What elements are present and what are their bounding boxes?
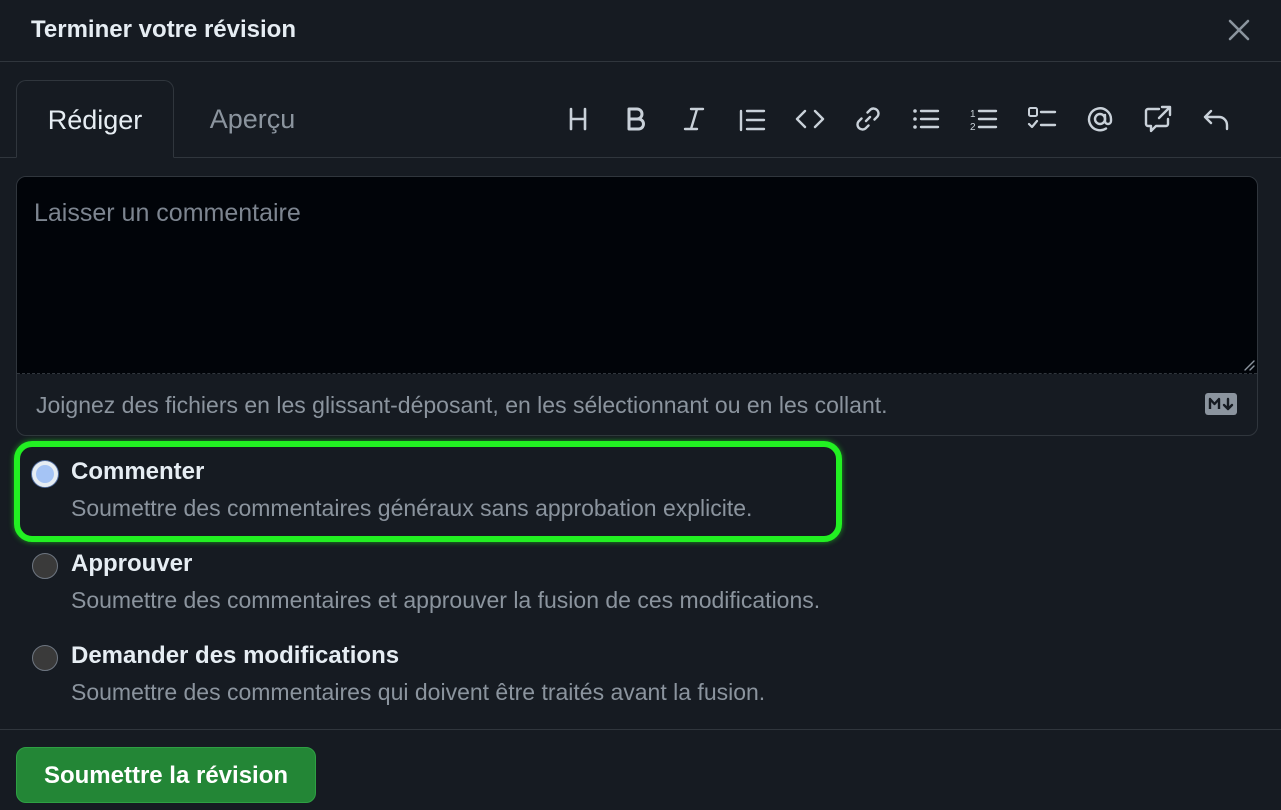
- close-button[interactable]: [1223, 14, 1255, 46]
- heading-button[interactable]: [555, 96, 601, 142]
- file-attach-area[interactable]: Joignez des fichiers en les glissant-dép…: [17, 374, 1257, 435]
- submit-review-button[interactable]: Soumettre la révision: [16, 747, 316, 803]
- quote-icon: [739, 109, 766, 132]
- markdown-icon[interactable]: [1205, 393, 1237, 415]
- undo-button[interactable]: [1193, 96, 1239, 142]
- bold-icon: [627, 107, 645, 131]
- resize-handle-icon[interactable]: [1241, 357, 1255, 371]
- svg-text:2: 2: [970, 122, 976, 133]
- attach-hint: Joignez des fichiers en les glissant-dép…: [36, 392, 888, 418]
- markdown-toolbar: 1 2: [555, 96, 1239, 142]
- option-approve[interactable]: Approuver Soumettre des commentaires et …: [16, 543, 916, 623]
- bold-button[interactable]: [613, 96, 659, 142]
- mention-icon: [1087, 107, 1113, 132]
- option-request-changes[interactable]: Demander des modifications Soumettre des…: [16, 635, 916, 715]
- link-button[interactable]: [845, 96, 891, 142]
- option-title: Commenter: [71, 458, 205, 485]
- heading-icon: [569, 107, 587, 131]
- comment-editor: Joignez des fichiers en les glissant-dép…: [16, 176, 1258, 436]
- unordered-list-icon: [913, 109, 940, 129]
- cross-reference-icon: [1144, 105, 1172, 133]
- option-title: Demander des modifications: [71, 642, 400, 669]
- italic-button[interactable]: [671, 96, 717, 142]
- ordered-list-icon: 1 2: [970, 109, 998, 133]
- radio-comment[interactable]: [32, 461, 58, 487]
- code-button[interactable]: [787, 96, 833, 142]
- comment-textarea[interactable]: [17, 177, 1257, 374]
- tab-preview[interactable]: Aperçu: [180, 80, 325, 158]
- cross-reference-button[interactable]: [1135, 96, 1181, 142]
- tab-write[interactable]: Rédiger: [16, 80, 174, 158]
- close-icon: [1228, 19, 1250, 41]
- radio-request-changes[interactable]: [32, 645, 58, 671]
- italic-icon: [683, 107, 705, 131]
- dialog-header: Terminer votre révision: [0, 0, 1281, 62]
- task-list-icon: [1027, 107, 1057, 129]
- mention-button[interactable]: [1077, 96, 1123, 142]
- link-icon: [856, 107, 880, 131]
- footer-divider: [0, 729, 1281, 730]
- undo-icon: [1203, 109, 1229, 131]
- option-title: Approuver: [71, 550, 193, 577]
- svg-text:1: 1: [970, 109, 976, 120]
- dialog-title: Terminer votre révision: [31, 16, 296, 43]
- option-description: Soumettre des commentaires qui doivent ê…: [71, 679, 766, 705]
- radio-approve[interactable]: [32, 553, 58, 579]
- review-dialog: Terminer votre révision Rédiger Aperçu 1…: [0, 0, 1281, 810]
- option-comment[interactable]: Commenter Soumettre des commentaires gén…: [16, 451, 916, 531]
- task-list-button[interactable]: [1019, 96, 1065, 142]
- option-description: Soumettre des commentaires et approuver …: [71, 587, 821, 613]
- quote-button[interactable]: [729, 96, 775, 142]
- code-icon: [795, 109, 825, 129]
- ordered-list-button[interactable]: 1 2: [961, 96, 1007, 142]
- unordered-list-button[interactable]: [903, 96, 949, 142]
- option-description: Soumettre des commentaires généraux sans…: [71, 495, 753, 521]
